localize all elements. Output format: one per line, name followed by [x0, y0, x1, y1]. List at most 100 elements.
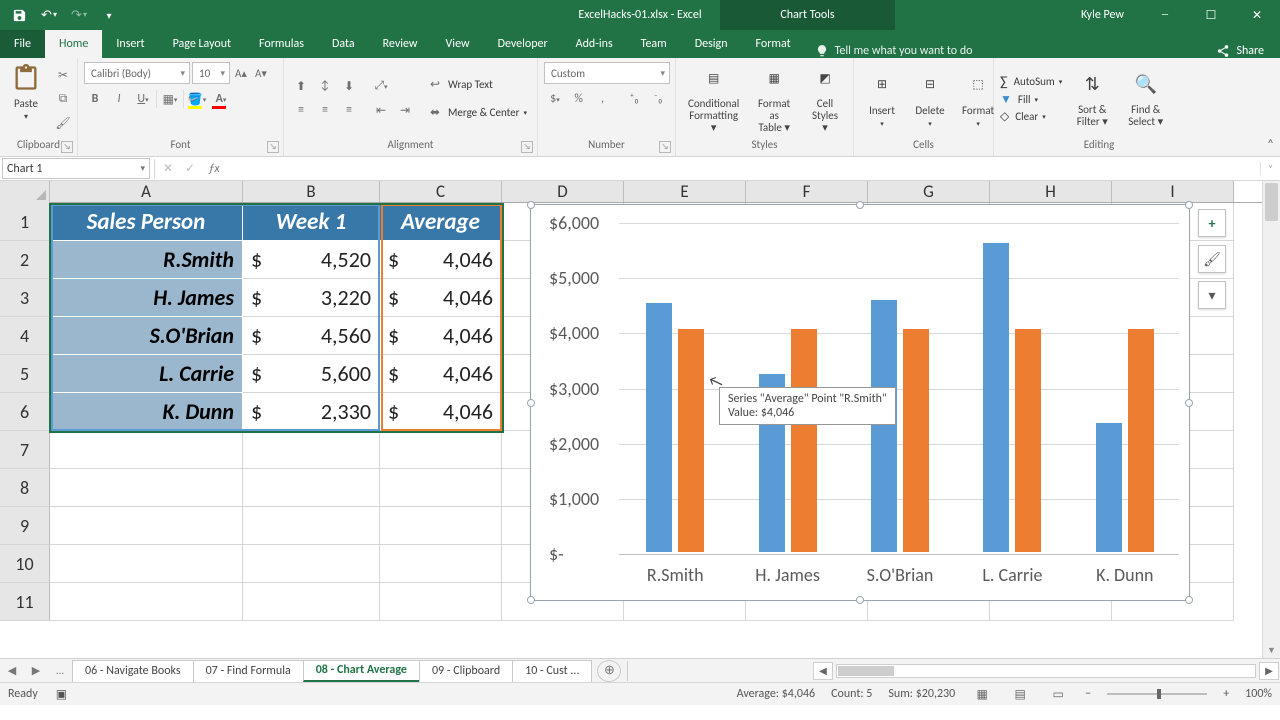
view-page-break-icon[interactable]: ▭ — [1047, 685, 1069, 703]
chart-bar-average-1[interactable] — [791, 329, 817, 552]
user-name[interactable]: Kyle Pew — [1063, 8, 1142, 22]
cell-B6[interactable]: $2,330 — [243, 393, 380, 431]
cell-C6[interactable]: $4,046 — [380, 393, 502, 431]
tab-home[interactable]: Home — [45, 30, 102, 58]
column-header-d[interactable]: D — [502, 181, 624, 202]
collapse-ribbon-icon[interactable]: ˄ — [1267, 137, 1274, 152]
orientation-icon[interactable]: ⤢▾ — [370, 75, 392, 97]
fx-icon[interactable]: ƒx — [201, 162, 227, 176]
cell-B1[interactable]: Week 1 — [243, 203, 380, 241]
row-header-2[interactable]: 2 — [0, 241, 50, 279]
redo-icon[interactable]: ↷▾ — [64, 1, 94, 29]
format-as-table-button[interactable]: ▦Format asTable ▾ — [749, 62, 799, 134]
view-normal-icon[interactable]: ▦ — [971, 685, 993, 703]
row-header-5[interactable]: 5 — [0, 355, 50, 393]
clear-button[interactable]: ◇Clear▾ — [1000, 109, 1062, 124]
decrease-decimal-icon[interactable]: ⁻₀ — [647, 88, 669, 110]
column-header-g[interactable]: G — [868, 181, 990, 202]
column-header-e[interactable]: E — [624, 181, 746, 202]
autosum-button[interactable]: ∑AutoSum▾ — [1000, 73, 1062, 90]
cell-C7[interactable] — [380, 431, 502, 469]
sheet-tab[interactable]: 10 - Cust ... — [512, 660, 592, 682]
chart-bar-average-3[interactable] — [1015, 329, 1041, 552]
font-color-icon[interactable]: A▾ — [210, 88, 232, 110]
embedded-chart[interactable]: $-$1,000$2,000$3,000$4,000$5,000$6,000 R… — [530, 204, 1190, 601]
chart-bar-average-4[interactable] — [1128, 329, 1154, 552]
cell-B8[interactable] — [243, 469, 380, 507]
sheet-tab[interactable]: 07 - Find Formula — [193, 660, 304, 682]
font-name-select[interactable]: Calibri (Body) — [84, 62, 190, 84]
cell-A2[interactable]: R.Smith — [50, 241, 243, 279]
cell-A8[interactable] — [50, 469, 243, 507]
minimize-button[interactable]: ─ — [1142, 0, 1188, 30]
row-header-4[interactable]: 4 — [0, 317, 50, 355]
find-select-button[interactable]: 🔍Find &Select ▾ — [1122, 68, 1169, 128]
align-left-icon[interactable]: ≡ — [290, 99, 312, 121]
zoom-in-icon[interactable]: + — [1223, 687, 1229, 701]
cell-B4[interactable]: $4,560 — [243, 317, 380, 355]
decrease-indent-icon[interactable]: ⇤ — [370, 99, 392, 121]
wrap-text-button[interactable]: ↩Wrap Text — [424, 73, 527, 95]
tab-format[interactable]: Format — [742, 30, 805, 58]
fill-color-icon[interactable]: 🪣▾ — [186, 88, 208, 110]
cell-A6[interactable]: K. Dunn — [50, 393, 243, 431]
tab-page-layout[interactable]: Page Layout — [159, 30, 245, 58]
sheet-tab[interactable]: 08 - Chart Average — [303, 660, 420, 682]
comma-format-icon[interactable]: , — [592, 88, 614, 110]
tab-formulas[interactable]: Formulas — [245, 30, 318, 58]
tab-data[interactable]: Data — [318, 30, 369, 58]
cell-C10[interactable] — [380, 545, 502, 583]
underline-icon[interactable]: U▾ — [132, 88, 154, 110]
cell-B2[interactable]: $4,520 — [243, 241, 380, 279]
chart-bar-average-0[interactable] — [678, 329, 704, 552]
tab-file[interactable]: File — [0, 30, 45, 58]
chart-filters-button[interactable]: ▾ — [1198, 281, 1226, 309]
italic-icon[interactable]: I — [108, 88, 130, 110]
increase-indent-icon[interactable]: ⇥ — [394, 99, 416, 121]
cell-C2[interactable]: $4,046 — [380, 241, 502, 279]
cell-A4[interactable]: S.O'Brian — [50, 317, 243, 355]
share-button[interactable]: Share — [1200, 44, 1280, 58]
cell-B10[interactable] — [243, 545, 380, 583]
select-all-corner[interactable] — [0, 181, 50, 203]
insert-cells-button[interactable]: ⊞Insert▾ — [860, 69, 904, 128]
tab-team[interactable]: Team — [627, 30, 681, 58]
cell-C1[interactable]: Average — [380, 203, 502, 241]
cell-C5[interactable]: $4,046 — [380, 355, 502, 393]
fill-button[interactable]: ▼Fill▾ — [1000, 92, 1062, 107]
row-header-9[interactable]: 9 — [0, 507, 50, 545]
copy-icon[interactable]: ⧉ — [52, 88, 74, 110]
merge-center-button[interactable]: ⬌Merge & Center▾ — [424, 101, 527, 123]
borders-icon[interactable]: ▦▾ — [159, 88, 181, 110]
save-icon[interactable] — [4, 1, 34, 29]
align-center-icon[interactable]: ≡ — [314, 99, 336, 121]
tell-me-input[interactable]: Tell me what you want to do — [805, 44, 1201, 58]
increase-decimal-icon[interactable]: ⁺₀ — [623, 88, 645, 110]
accounting-format-icon[interactable]: $▾ — [544, 88, 566, 110]
cell-styles-button[interactable]: ◩CellStyles ▾ — [803, 62, 847, 134]
tab-insert[interactable]: Insert — [102, 30, 158, 58]
expand-formula-bar-icon[interactable]: ˅ — [1260, 162, 1280, 175]
tab-review[interactable]: Review — [369, 30, 432, 58]
cell-B3[interactable]: $3,220 — [243, 279, 380, 317]
cell-A9[interactable] — [50, 507, 243, 545]
formula-input[interactable] — [227, 158, 1260, 179]
chart-bar-week1-2[interactable] — [871, 300, 897, 552]
row-header-8[interactable]: 8 — [0, 469, 50, 507]
cell-C9[interactable] — [380, 507, 502, 545]
cell-A5[interactable]: L. Carrie — [50, 355, 243, 393]
cell-C3[interactable]: $4,046 — [380, 279, 502, 317]
sort-filter-button[interactable]: ⇅Sort &Filter ▾ — [1070, 68, 1114, 128]
cell-B5[interactable]: $5,600 — [243, 355, 380, 393]
cancel-formula-icon[interactable]: ✕ — [157, 161, 179, 176]
name-box[interactable]: Chart 1 — [2, 158, 150, 179]
row-header-6[interactable]: 6 — [0, 393, 50, 431]
cell-B9[interactable] — [243, 507, 380, 545]
chart-bar-week1-3[interactable] — [983, 243, 1009, 552]
sheet-tab[interactable]: 09 - Clipboard — [419, 660, 513, 682]
clipboard-dialog-icon[interactable]: ↘ — [61, 141, 73, 153]
cell-C11[interactable] — [380, 583, 502, 621]
alignment-dialog-icon[interactable]: ↘ — [521, 141, 533, 153]
tab-scroll-left-icon[interactable]: ◀ — [0, 659, 24, 683]
conditional-formatting-button[interactable]: ▤ConditionalFormatting ▾ — [682, 62, 745, 134]
